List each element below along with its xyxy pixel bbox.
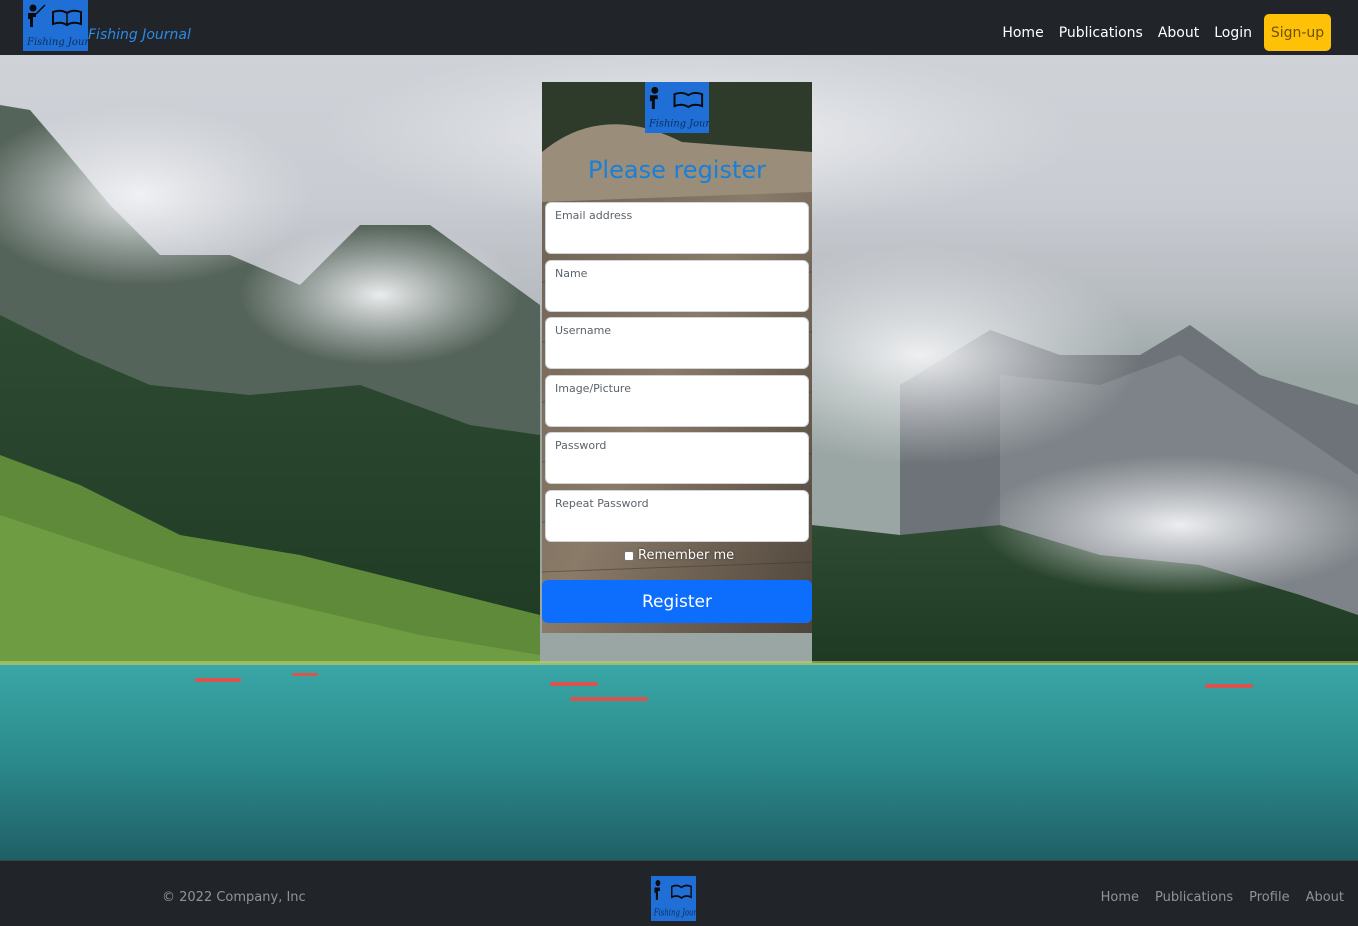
nav-about[interactable]: About xyxy=(1158,15,1199,51)
fishing-journal-logo-icon[interactable]: Fishing Journal xyxy=(23,0,88,51)
password-label: Password xyxy=(555,439,607,452)
remember-me: Remember me xyxy=(624,548,734,563)
name-field[interactable]: Name xyxy=(545,260,809,312)
register-button[interactable]: Register xyxy=(542,580,812,623)
footer-link-profile[interactable]: Profile xyxy=(1249,890,1289,905)
repeat-password-field[interactable]: Repeat Password xyxy=(545,490,809,542)
navbar: Fishing Journal Fishing Journal Home Pub… xyxy=(0,0,1358,55)
footer-link-about[interactable]: About xyxy=(1306,890,1344,905)
nav-publications[interactable]: Publications xyxy=(1059,15,1143,51)
password-field[interactable]: Password xyxy=(545,432,809,484)
username-label: Username xyxy=(555,324,612,337)
image-picture-label: Image/Picture xyxy=(555,382,631,395)
footer-links: Home Publications Profile About xyxy=(1085,890,1344,905)
svg-text:Fishing Journal: Fishing Journal xyxy=(26,37,88,48)
username-field[interactable]: Username xyxy=(545,317,809,369)
footer-logo-icon[interactable]: Fishing Journal xyxy=(651,876,696,921)
footer: © 2022 Company, Inc Fishing Journal Home… xyxy=(0,860,1358,926)
signup-button[interactable]: Sign-up xyxy=(1264,14,1331,51)
form-title: Please register xyxy=(587,156,767,184)
email-label: Email address xyxy=(555,209,633,222)
repeat-password-label: Repeat Password xyxy=(555,497,649,510)
footer-link-home[interactable]: Home xyxy=(1101,890,1139,905)
name-label: Name xyxy=(555,267,588,280)
nav-home[interactable]: Home xyxy=(1002,15,1043,51)
card-logo-icon: Fishing Journal xyxy=(645,82,709,133)
nav-login[interactable]: Login xyxy=(1214,15,1252,51)
remember-me-checkbox[interactable] xyxy=(624,550,634,561)
email-field[interactable]: Email address xyxy=(545,202,809,254)
remember-me-label[interactable]: Remember me xyxy=(638,548,734,563)
nav-links: Home Publications About Login Sign-up xyxy=(987,14,1331,51)
copyright: © 2022 Company, Inc xyxy=(162,890,306,905)
brand-text[interactable]: Fishing Journal xyxy=(88,27,191,43)
register-card: Fishing Journal Please register Email ad… xyxy=(542,82,812,633)
svg-text:Fishing Journal: Fishing Journal xyxy=(648,119,709,130)
image-picture-field[interactable]: Image/Picture xyxy=(545,375,809,427)
footer-link-publications[interactable]: Publications xyxy=(1155,890,1233,905)
svg-text:Fishing Journal: Fishing Journal xyxy=(653,908,696,918)
